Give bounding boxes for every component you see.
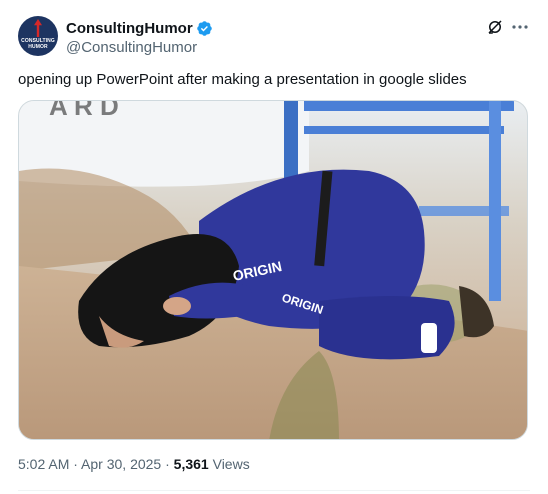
photo-illustration: A R D ORIGIN ORIGIN — [19, 101, 527, 439]
verified-badge-icon — [196, 20, 212, 36]
tweet-photo[interactable]: A R D ORIGIN ORIGIN — [18, 100, 528, 440]
background-print: A R D — [49, 101, 119, 121]
avatar-arrow-icon — [34, 19, 42, 37]
tweet-card: CONSULTING HUMOR ConsultingHumor @Consul… — [0, 0, 548, 494]
avatar[interactable]: CONSULTING HUMOR — [18, 16, 58, 56]
tweet-meta: 5:02 AM · Apr 30, 2025 · 5,361 Views — [18, 456, 250, 472]
meta-separator: · — [161, 456, 174, 472]
display-name[interactable]: ConsultingHumor — [66, 20, 193, 37]
more-icon[interactable] — [511, 20, 529, 34]
name-row: ConsultingHumor — [66, 18, 213, 38]
tweet-time[interactable]: 5:02 AM — [18, 456, 69, 472]
divider — [18, 490, 530, 491]
avatar-text: CONSULTING HUMOR — [21, 38, 55, 50]
views-count[interactable]: 5,361 — [174, 456, 209, 472]
tweet-header: ConsultingHumor @ConsultingHumor — [66, 18, 213, 56]
handle[interactable]: @ConsultingHumor — [66, 39, 213, 56]
meta-separator: · — [69, 456, 82, 472]
views-label: Views — [208, 456, 250, 472]
tweet-date[interactable]: Apr 30, 2025 — [81, 456, 161, 472]
tweet-text: opening up PowerPoint after making a pre… — [18, 71, 467, 88]
grok-icon[interactable] — [486, 18, 504, 36]
